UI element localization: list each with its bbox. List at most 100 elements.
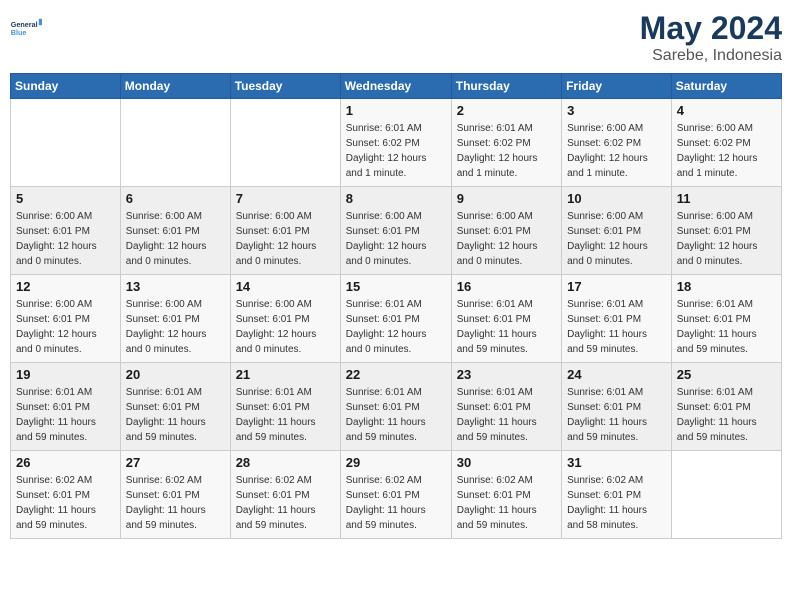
logo: General Blue [10, 10, 42, 46]
day-number: 21 [236, 367, 335, 382]
day-info: Sunrise: 6:01 AMSunset: 6:01 PMDaylight:… [677, 385, 776, 445]
day-info: Sunrise: 6:01 AMSunset: 6:01 PMDaylight:… [16, 385, 115, 445]
day-info: Sunrise: 6:00 AMSunset: 6:01 PMDaylight:… [457, 209, 556, 269]
calendar-cell: 10 Sunrise: 6:00 AMSunset: 6:01 PMDayligh… [562, 187, 672, 275]
day-info: Sunrise: 6:01 AMSunset: 6:01 PMDaylight:… [567, 385, 666, 445]
calendar-cell: 3 Sunrise: 6:00 AMSunset: 6:02 PMDaylight… [562, 99, 672, 187]
day-number: 7 [236, 191, 335, 206]
month-year: May 2024 [640, 10, 782, 47]
day-number: 26 [16, 455, 115, 470]
svg-text:Blue: Blue [11, 28, 27, 37]
calendar-header: SundayMondayTuesdayWednesdayThursdayFrid… [11, 74, 782, 99]
day-info: Sunrise: 6:01 AMSunset: 6:02 PMDaylight:… [457, 121, 556, 181]
calendar-cell: 15 Sunrise: 6:01 AMSunset: 6:01 PMDayligh… [340, 275, 451, 363]
calendar-cell [671, 451, 781, 539]
day-info: Sunrise: 6:01 AMSunset: 6:01 PMDaylight:… [457, 385, 556, 445]
calendar-cell: 16 Sunrise: 6:01 AMSunset: 6:01 PMDayligh… [451, 275, 561, 363]
calendar-cell: 18 Sunrise: 6:01 AMSunset: 6:01 PMDayligh… [671, 275, 781, 363]
day-info: Sunrise: 6:00 AMSunset: 6:01 PMDaylight:… [236, 209, 335, 269]
calendar-cell: 22 Sunrise: 6:01 AMSunset: 6:01 PMDayligh… [340, 363, 451, 451]
calendar-cell: 14Sunrise: 6:00 AMSunset: 6:01 PMDayligh… [230, 275, 340, 363]
day-number: 24 [567, 367, 666, 382]
day-info: Sunrise: 6:01 AMSunset: 6:01 PMDaylight:… [126, 385, 225, 445]
day-number: 25 [677, 367, 776, 382]
day-number: 16 [457, 279, 556, 294]
calendar-cell: 28Sunrise: 6:02 AMSunset: 6:01 PMDayligh… [230, 451, 340, 539]
day-number: 31 [567, 455, 666, 470]
day-info: Sunrise: 6:00 AMSunset: 6:02 PMDaylight:… [677, 121, 776, 181]
location: Sarebe, Indonesia [640, 47, 782, 65]
calendar-cell [11, 99, 121, 187]
day-number: 22 [346, 367, 446, 382]
logo-svg: General Blue [10, 10, 42, 46]
calendar-cell: 19 Sunrise: 6:01 AMSunset: 6:01 PMDayligh… [11, 363, 121, 451]
day-number: 20 [126, 367, 225, 382]
day-number: 23 [457, 367, 556, 382]
day-number: 13 [126, 279, 225, 294]
day-number: 11 [677, 191, 776, 206]
day-info: Sunrise: 6:02 AMSunset: 6:01 PMDaylight:… [236, 473, 335, 533]
day-header-tuesday: Tuesday [230, 74, 340, 99]
calendar-cell: 8 Sunrise: 6:00 AMSunset: 6:01 PMDaylight… [340, 187, 451, 275]
calendar-cell: 21 Sunrise: 6:01 AMSunset: 6:01 PMDayligh… [230, 363, 340, 451]
day-number: 9 [457, 191, 556, 206]
day-info: Sunrise: 6:00 AMSunset: 6:01 PMDaylight:… [236, 297, 335, 357]
calendar: SundayMondayTuesdayWednesdayThursdayFrid… [10, 73, 782, 539]
day-number: 4 [677, 103, 776, 118]
calendar-cell: 4 Sunrise: 6:00 AMSunset: 6:02 PMDaylight… [671, 99, 781, 187]
day-number: 8 [346, 191, 446, 206]
day-info: Sunrise: 6:00 AMSunset: 6:01 PMDaylight:… [346, 209, 446, 269]
day-info: Sunrise: 6:00 AMSunset: 6:01 PMDaylight:… [16, 209, 115, 269]
calendar-cell: 23 Sunrise: 6:01 AMSunset: 6:01 PMDayligh… [451, 363, 561, 451]
day-info: Sunrise: 6:01 AMSunset: 6:01 PMDaylight:… [567, 297, 666, 357]
day-header-monday: Monday [120, 74, 230, 99]
day-info: Sunrise: 6:00 AMSunset: 6:01 PMDaylight:… [126, 297, 225, 357]
calendar-cell: 26 Sunrise: 6:02 AMSunset: 6:01 PMDayligh… [11, 451, 121, 539]
day-number: 10 [567, 191, 666, 206]
day-number: 15 [346, 279, 446, 294]
day-info: Sunrise: 6:01 AMSunset: 6:01 PMDaylight:… [457, 297, 556, 357]
day-number: 6 [126, 191, 225, 206]
day-header-thursday: Thursday [451, 74, 561, 99]
day-number: 19 [16, 367, 115, 382]
title-block: May 2024 Sarebe, Indonesia [640, 10, 782, 65]
day-info: Sunrise: 6:00 AMSunset: 6:01 PMDaylight:… [567, 209, 666, 269]
calendar-cell: 9 Sunrise: 6:00 AMSunset: 6:01 PMDaylight… [451, 187, 561, 275]
day-number: 12 [16, 279, 115, 294]
page-header: General Blue May 2024 Sarebe, Indonesia [10, 10, 782, 65]
calendar-cell: 6 Sunrise: 6:00 AMSunset: 6:01 PMDaylight… [120, 187, 230, 275]
day-info: Sunrise: 6:02 AMSunset: 6:01 PMDaylight:… [126, 473, 225, 533]
calendar-cell: 12 Sunrise: 6:00 AMSunset: 6:01 PMDayligh… [11, 275, 121, 363]
calendar-cell: 11Sunrise: 6:00 AMSunset: 6:01 PMDayligh… [671, 187, 781, 275]
calendar-cell: 1Sunrise: 6:01 AMSunset: 6:02 PMDaylight… [340, 99, 451, 187]
day-info: Sunrise: 6:00 AMSunset: 6:01 PMDaylight:… [126, 209, 225, 269]
day-info: Sunrise: 6:01 AMSunset: 6:01 PMDaylight:… [346, 297, 446, 357]
day-header-friday: Friday [562, 74, 672, 99]
day-info: Sunrise: 6:01 AMSunset: 6:01 PMDaylight:… [346, 385, 446, 445]
day-info: Sunrise: 6:02 AMSunset: 6:01 PMDaylight:… [567, 473, 666, 533]
day-info: Sunrise: 6:02 AMSunset: 6:01 PMDaylight:… [346, 473, 446, 533]
day-info: Sunrise: 6:00 AMSunset: 6:02 PMDaylight:… [567, 121, 666, 181]
day-number: 2 [457, 103, 556, 118]
calendar-cell: 20 Sunrise: 6:01 AMSunset: 6:01 PMDayligh… [120, 363, 230, 451]
calendar-cell: 5 Sunrise: 6:00 AMSunset: 6:01 PMDaylight… [11, 187, 121, 275]
day-number: 1 [346, 103, 446, 118]
day-info: Sunrise: 6:01 AMSunset: 6:01 PMDaylight:… [236, 385, 335, 445]
calendar-cell: 24 Sunrise: 6:01 AMSunset: 6:01 PMDayligh… [562, 363, 672, 451]
day-number: 5 [16, 191, 115, 206]
calendar-cell: 30Sunrise: 6:02 AMSunset: 6:01 PMDayligh… [451, 451, 561, 539]
day-header-sunday: Sunday [11, 74, 121, 99]
day-number: 27 [126, 455, 225, 470]
calendar-cell: 17 Sunrise: 6:01 AMSunset: 6:01 PMDayligh… [562, 275, 672, 363]
day-info: Sunrise: 6:01 AMSunset: 6:01 PMDaylight:… [677, 297, 776, 357]
calendar-cell: 31 Sunrise: 6:02 AMSunset: 6:01 PMDayligh… [562, 451, 672, 539]
day-header-saturday: Saturday [671, 74, 781, 99]
day-info: Sunrise: 6:00 AMSunset: 6:01 PMDaylight:… [16, 297, 115, 357]
day-number: 29 [346, 455, 446, 470]
day-number: 18 [677, 279, 776, 294]
calendar-cell: 13 Sunrise: 6:00 AMSunset: 6:01 PMDayligh… [120, 275, 230, 363]
day-number: 3 [567, 103, 666, 118]
day-info: Sunrise: 6:02 AMSunset: 6:01 PMDaylight:… [16, 473, 115, 533]
day-number: 17 [567, 279, 666, 294]
calendar-cell: 7 Sunrise: 6:00 AMSunset: 6:01 PMDaylight… [230, 187, 340, 275]
